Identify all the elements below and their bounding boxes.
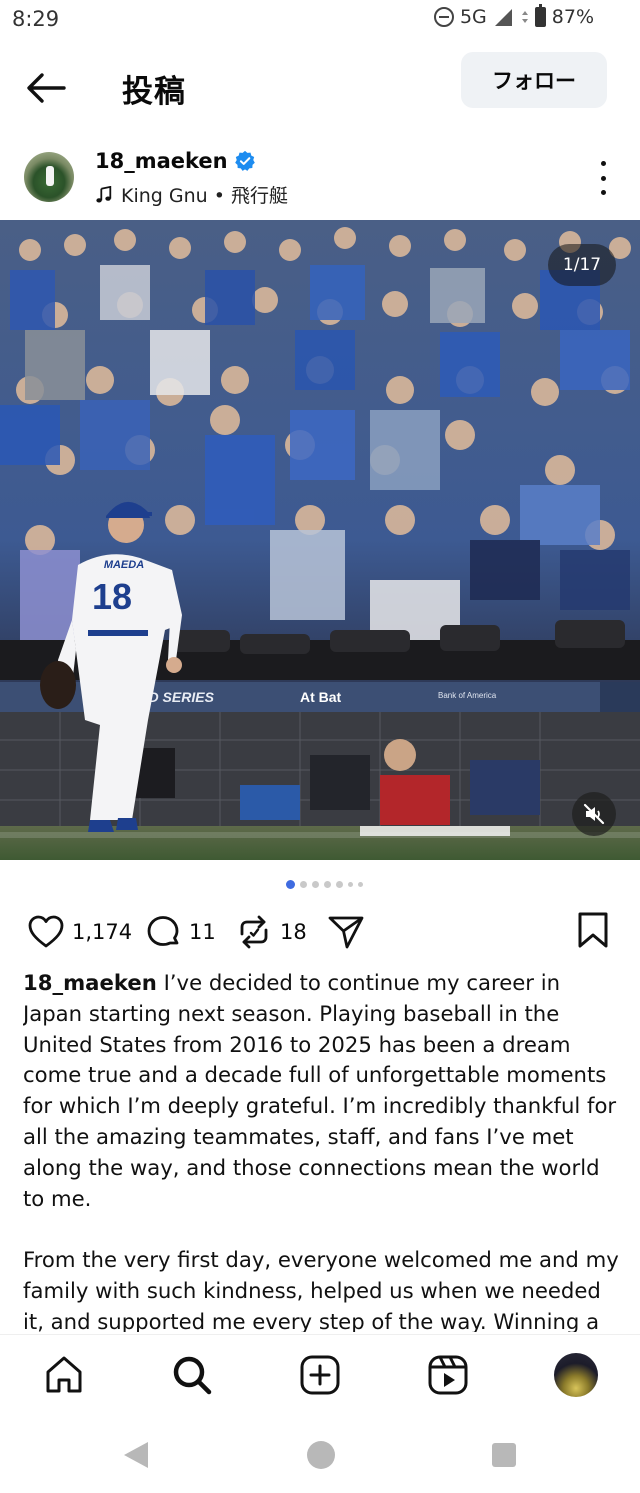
status-indicators: 5G 87% <box>433 4 594 28</box>
comment-button[interactable]: 11 <box>143 912 216 952</box>
page-title: 投稿 <box>122 74 186 110</box>
reels-icon <box>428 1355 468 1395</box>
system-recents-button[interactable] <box>492 1443 516 1467</box>
carousel-dot <box>312 881 319 888</box>
banner-atbat-text: At Bat <box>300 689 342 705</box>
data-arrows-icon <box>521 7 529 27</box>
system-back-button[interactable] <box>122 1440 150 1470</box>
profile-avatar <box>554 1353 598 1397</box>
carousel-dot <box>300 881 307 888</box>
repost-button[interactable]: 18 <box>234 912 307 952</box>
post-header: 投稿 フォロー <box>0 52 640 120</box>
share-button[interactable] <box>326 912 366 952</box>
carousel-dot-active <box>286 880 295 889</box>
triangle-back-icon <box>124 1442 148 1468</box>
status-time: 8:29 <box>12 7 60 31</box>
carousel-dot <box>348 882 353 887</box>
post-actions: 1,174 11 18 <box>0 908 640 958</box>
status-bar: 8:29 5G 87% <box>0 0 640 40</box>
jersey-number: 18 <box>92 576 132 617</box>
nav-reels[interactable] <box>426 1353 470 1397</box>
system-home-button[interactable] <box>307 1441 335 1469</box>
like-button[interactable]: 1,174 <box>26 912 132 952</box>
speaker-muted-icon <box>583 803 605 825</box>
caption-username[interactable]: 18_maeken <box>23 970 157 995</box>
nav-create[interactable] <box>298 1353 342 1397</box>
post-photo[interactable]: LD SERIES At Bat Bank of America MAEDA 1… <box>0 220 640 860</box>
bookmark-icon <box>578 912 608 948</box>
author-avatar[interactable] <box>24 152 74 202</box>
battery-icon <box>534 4 546 27</box>
send-icon <box>328 916 364 949</box>
nav-profile[interactable] <box>554 1353 598 1397</box>
author-username-row[interactable]: 18_maeken <box>95 149 256 173</box>
mute-toggle-button[interactable] <box>572 792 616 836</box>
back-button[interactable] <box>24 68 68 108</box>
like-count: 1,174 <box>72 920 133 944</box>
caption-paragraph-1: 18_maeken I’ve decided to continue my ca… <box>23 968 623 1214</box>
comment-count: 11 <box>189 920 216 944</box>
heart-icon <box>28 915 64 948</box>
more-options-button[interactable] <box>594 161 612 195</box>
jersey-name: MAEDA <box>104 559 144 571</box>
home-icon <box>46 1356 82 1393</box>
banner-sponsor-text: Bank of America <box>438 691 497 700</box>
search-icon <box>173 1356 212 1395</box>
music-line[interactable]: King Gnu • 飛行艇 <box>95 181 288 208</box>
author-row: 18_maeken King Gnu • 飛行艇 <box>0 145 640 211</box>
verified-badge-icon <box>234 150 255 171</box>
plus-square-icon <box>300 1355 340 1395</box>
follow-button[interactable]: フォロー <box>461 52 607 108</box>
nav-search[interactable] <box>170 1353 214 1397</box>
arrow-left-icon <box>27 73 66 103</box>
battery-level: 87% <box>551 6 594 28</box>
avatar-figure <box>46 166 54 186</box>
do-not-disturb-icon <box>433 7 454 27</box>
bottom-navigation <box>0 1334 640 1418</box>
carousel-dot <box>336 881 343 888</box>
caption-paragraph-2: From the very first day, everyone welcom… <box>23 1247 619 1332</box>
music-note-icon <box>96 185 112 203</box>
system-navigation-bar <box>0 1418 640 1493</box>
photo-counter: 1/17 <box>548 244 616 286</box>
repost-icon <box>240 915 268 949</box>
network-label: 5G <box>459 6 487 28</box>
music-title: King Gnu • 飛行艇 <box>121 185 288 207</box>
carousel-dot <box>358 882 363 887</box>
save-button[interactable] <box>575 910 611 954</box>
repost-count: 18 <box>280 920 307 944</box>
signal-icon <box>493 7 515 27</box>
post-caption: 18_maeken I’ve decided to continue my ca… <box>23 968 623 1332</box>
comment-bubble-icon <box>147 916 179 946</box>
carousel-indicator <box>286 880 363 889</box>
more-vertical-icon <box>600 161 606 166</box>
stadium-photo-illustration: LD SERIES At Bat Bank of America MAEDA 1… <box>0 220 640 860</box>
nav-home[interactable] <box>42 1353 86 1397</box>
carousel-dot <box>324 881 331 888</box>
caption-text-1: I’ve decided to continue my career in Ja… <box>23 970 617 1211</box>
author-username[interactable]: 18_maeken <box>95 149 228 173</box>
